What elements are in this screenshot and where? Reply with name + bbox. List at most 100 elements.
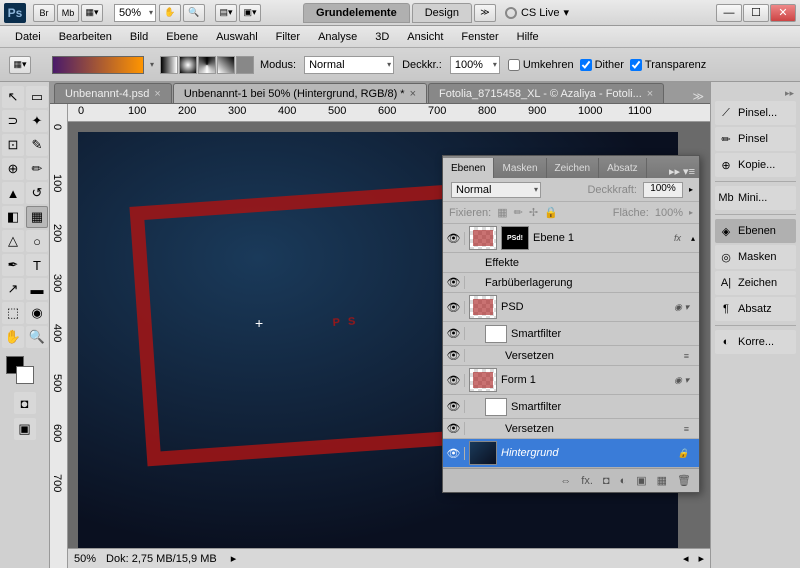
- close-icon[interactable]: ×: [154, 88, 160, 100]
- tabs-more[interactable]: ≫: [686, 90, 710, 103]
- workspace-grundelemente[interactable]: Grundelemente: [303, 3, 410, 23]
- heal-tool[interactable]: ⊕: [2, 158, 24, 180]
- layer-versetzen-1[interactable]: 👁Versetzen≡: [443, 346, 699, 366]
- brush-tool[interactable]: ✏: [26, 158, 48, 180]
- pen-tool[interactable]: ✒: [2, 254, 24, 276]
- doc-tab-2[interactable]: Unbenannt-1 bei 50% (Hintergrund, RGB/8)…: [173, 83, 427, 103]
- gradient-diamond[interactable]: [236, 56, 254, 74]
- dock-masken[interactable]: ◎Masken: [715, 245, 796, 269]
- opacity-input[interactable]: 100%: [643, 182, 683, 198]
- wand-tool[interactable]: ✦: [26, 110, 48, 132]
- tab-ebenen[interactable]: Ebenen: [443, 158, 494, 178]
- layer-versetzen-2[interactable]: 👁Versetzen≡: [443, 419, 699, 439]
- new-layer-button[interactable]: ▦: [657, 474, 667, 487]
- mask-button[interactable]: ◘: [603, 475, 610, 487]
- menu-3d[interactable]: 3D: [366, 26, 398, 47]
- gradient-angle[interactable]: [198, 56, 216, 74]
- doc-tab-3[interactable]: Fotolia_8715458_XL - © Azaliya - Fotoli.…: [428, 83, 664, 103]
- gradient-preview[interactable]: [52, 56, 144, 74]
- blend-mode-dropdown[interactable]: Normal: [451, 182, 541, 198]
- menu-ebene[interactable]: Ebene: [157, 26, 207, 47]
- zoom-button[interactable]: 🔍: [183, 4, 205, 22]
- hand-button[interactable]: ✋: [159, 4, 181, 22]
- fx-button[interactable]: fx.: [581, 475, 593, 487]
- crop-tool[interactable]: ⊡: [2, 134, 24, 156]
- layer-effekte[interactable]: Effekte: [443, 253, 699, 273]
- menu-filter[interactable]: Filter: [267, 26, 309, 47]
- eyedropper-tool[interactable]: ✎: [26, 134, 48, 156]
- layer-smartfilter-1[interactable]: 👁Smartfilter: [443, 322, 699, 346]
- group-button[interactable]: ▣: [636, 474, 646, 487]
- gradient-radial[interactable]: [179, 56, 197, 74]
- tab-masken[interactable]: Masken: [494, 158, 546, 178]
- background-swatch[interactable]: [16, 366, 34, 384]
- visibility-icon[interactable]: 👁: [443, 447, 465, 460]
- tool-preset-button[interactable]: ▦▾: [9, 56, 31, 74]
- umkehren-checkbox[interactable]: Umkehren: [508, 59, 574, 71]
- zoom-tool[interactable]: 🔍: [26, 326, 48, 348]
- eraser-tool[interactable]: ◧: [2, 206, 24, 228]
- dock-ebenen[interactable]: ◈Ebenen: [715, 219, 796, 243]
- gradient-linear[interactable]: [160, 56, 178, 74]
- layer-smartfilter-2[interactable]: 👁Smartfilter: [443, 395, 699, 419]
- tab-zeichen[interactable]: Zeichen: [547, 158, 600, 178]
- lock-all-icon[interactable]: 🔒: [544, 206, 558, 219]
- visibility-icon[interactable]: 👁: [443, 349, 465, 362]
- workspace-more[interactable]: ≫: [474, 4, 496, 22]
- dock-collapse[interactable]: ▸▸: [715, 86, 796, 101]
- visibility-icon[interactable]: 👁: [443, 400, 465, 413]
- tab-absatz[interactable]: Absatz: [599, 158, 647, 178]
- status-zoom[interactable]: 50%: [74, 553, 96, 565]
- shape-tool[interactable]: ▬: [26, 278, 48, 300]
- panel-menu[interactable]: ▾≡: [683, 165, 695, 178]
- visibility-icon[interactable]: 👁: [443, 374, 465, 387]
- menu-bild[interactable]: Bild: [121, 26, 157, 47]
- workspace-design[interactable]: Design: [412, 3, 472, 23]
- close-icon[interactable]: ×: [410, 88, 416, 100]
- history-brush-tool[interactable]: ↺: [26, 182, 48, 204]
- menu-bearbeiten[interactable]: Bearbeiten: [50, 26, 121, 47]
- 3d-tool[interactable]: ⬚: [2, 302, 24, 324]
- adjustment-button[interactable]: ◐: [620, 475, 627, 487]
- move-tool[interactable]: ↖: [2, 86, 24, 108]
- dither-checkbox[interactable]: Dither: [580, 59, 624, 71]
- path-tool[interactable]: ↗: [2, 278, 24, 300]
- menu-datei[interactable]: Datei: [6, 26, 50, 47]
- dock-zeichen[interactable]: A|Zeichen: [715, 271, 796, 295]
- screenmode-button[interactable]: ▣▾: [239, 4, 261, 22]
- blur-tool[interactable]: △: [2, 230, 24, 252]
- visibility-icon[interactable]: 👁: [443, 301, 465, 314]
- layer-psd[interactable]: 👁 PSD◉ ▾: [443, 293, 699, 322]
- quickmask-button[interactable]: ◘: [14, 392, 36, 414]
- doc-tab-1[interactable]: Unbenannt-4.psd×: [54, 83, 172, 103]
- screenmode-tool[interactable]: ▣: [14, 418, 36, 440]
- minimize-button[interactable]: —: [716, 4, 742, 22]
- dock-korre[interactable]: ◐Korre...: [715, 330, 796, 354]
- deckkraft-input[interactable]: 100%: [450, 56, 500, 74]
- dock-mini[interactable]: MbMini...: [715, 186, 796, 210]
- panel-more[interactable]: ▸▸: [669, 165, 680, 178]
- visibility-icon[interactable]: 👁: [443, 276, 465, 289]
- dock-kopie[interactable]: ⊕Kopie...: [715, 153, 796, 177]
- lock-paint-icon[interactable]: ✏: [514, 206, 523, 219]
- layer-form1[interactable]: 👁 Form 1◉ ▾: [443, 366, 699, 395]
- gradient-tool[interactable]: ▦: [26, 206, 48, 228]
- link-icon[interactable]: ⇔: [560, 475, 571, 487]
- arrange-button[interactable]: ▤▾: [215, 4, 237, 22]
- layer-ebene1[interactable]: 👁 PSd!Ebene 1fx▴: [443, 224, 699, 253]
- zoom-dropdown[interactable]: 50%: [114, 4, 156, 22]
- 3d-camera-tool[interactable]: ◉: [26, 302, 48, 324]
- menu-ansicht[interactable]: Ansicht: [398, 26, 452, 47]
- minibridge-button[interactable]: Mb: [57, 4, 79, 22]
- close-button[interactable]: ✕: [770, 4, 796, 22]
- type-tool[interactable]: T: [26, 254, 48, 276]
- dodge-tool[interactable]: ○: [26, 230, 48, 252]
- layout-button[interactable]: ▦▾: [81, 4, 103, 22]
- visibility-icon[interactable]: 👁: [443, 422, 465, 435]
- layer-hintergrund[interactable]: 👁 Hintergrund🔒: [443, 439, 699, 468]
- modus-dropdown[interactable]: Normal: [304, 56, 394, 74]
- lock-move-icon[interactable]: ✢: [529, 206, 538, 219]
- hand-tool[interactable]: ✋: [2, 326, 24, 348]
- visibility-icon[interactable]: 👁: [443, 327, 465, 340]
- transparenz-checkbox[interactable]: Transparenz: [630, 59, 706, 71]
